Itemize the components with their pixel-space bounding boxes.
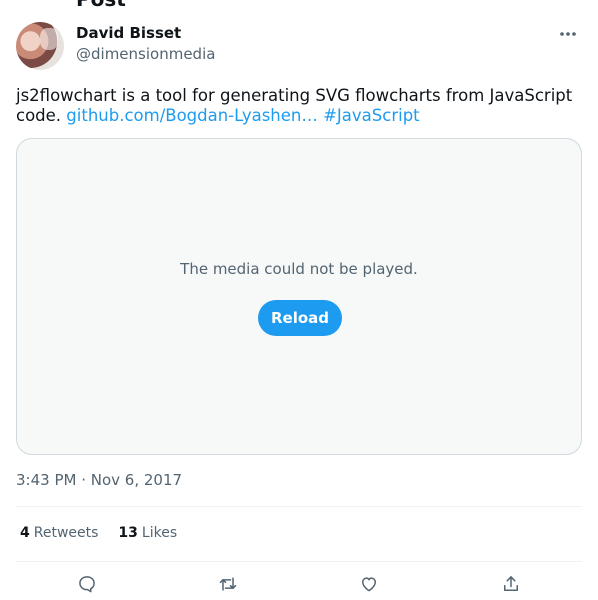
more-icon — [560, 32, 576, 36]
media-error-message: The media could not be played. — [180, 260, 418, 278]
tweet-stats: 4 Retweets 13 Likes — [20, 525, 177, 541]
likes-label: Likes — [141, 525, 178, 541]
reply-icon — [79, 576, 95, 593]
retweets-count: 4 — [20, 525, 30, 541]
divider — [16, 506, 582, 507]
retweets-stat[interactable]: 4 Retweets — [20, 525, 98, 541]
timestamp[interactable]: 3:43 PM · Nov 6, 2017 — [16, 471, 182, 489]
likes-count: 13 — [118, 525, 138, 541]
divider — [16, 561, 582, 562]
more-button[interactable] — [552, 20, 584, 48]
share-icon — [504, 576, 518, 591]
media-player[interactable]: The media could not be played. Reload — [16, 138, 582, 455]
retweet-button[interactable] — [211, 568, 245, 600]
share-button[interactable] — [494, 568, 528, 600]
likes-stat[interactable]: 13 Likes — [118, 525, 177, 541]
like-button[interactable] — [352, 568, 386, 600]
page-title: Post — [76, 0, 126, 11]
avatar-image — [40, 28, 58, 50]
tweet-hashtag[interactable]: #JavaScript — [323, 106, 420, 125]
retweets-label: Retweets — [33, 525, 99, 541]
author-handle[interactable]: @dimensionmedia — [76, 45, 215, 63]
reload-button[interactable]: Reload — [258, 300, 342, 336]
action-bar — [0, 568, 598, 600]
like-icon — [362, 577, 376, 592]
reply-button[interactable] — [70, 568, 104, 600]
tweet-text: js2flowchart is a tool for generating SV… — [16, 86, 582, 126]
avatar[interactable] — [16, 22, 64, 70]
retweet-icon — [219, 577, 237, 591]
author-name[interactable]: David Bisset — [76, 24, 181, 42]
tweet-link[interactable]: github.com/Bogdan-Lyashen… — [66, 106, 318, 125]
